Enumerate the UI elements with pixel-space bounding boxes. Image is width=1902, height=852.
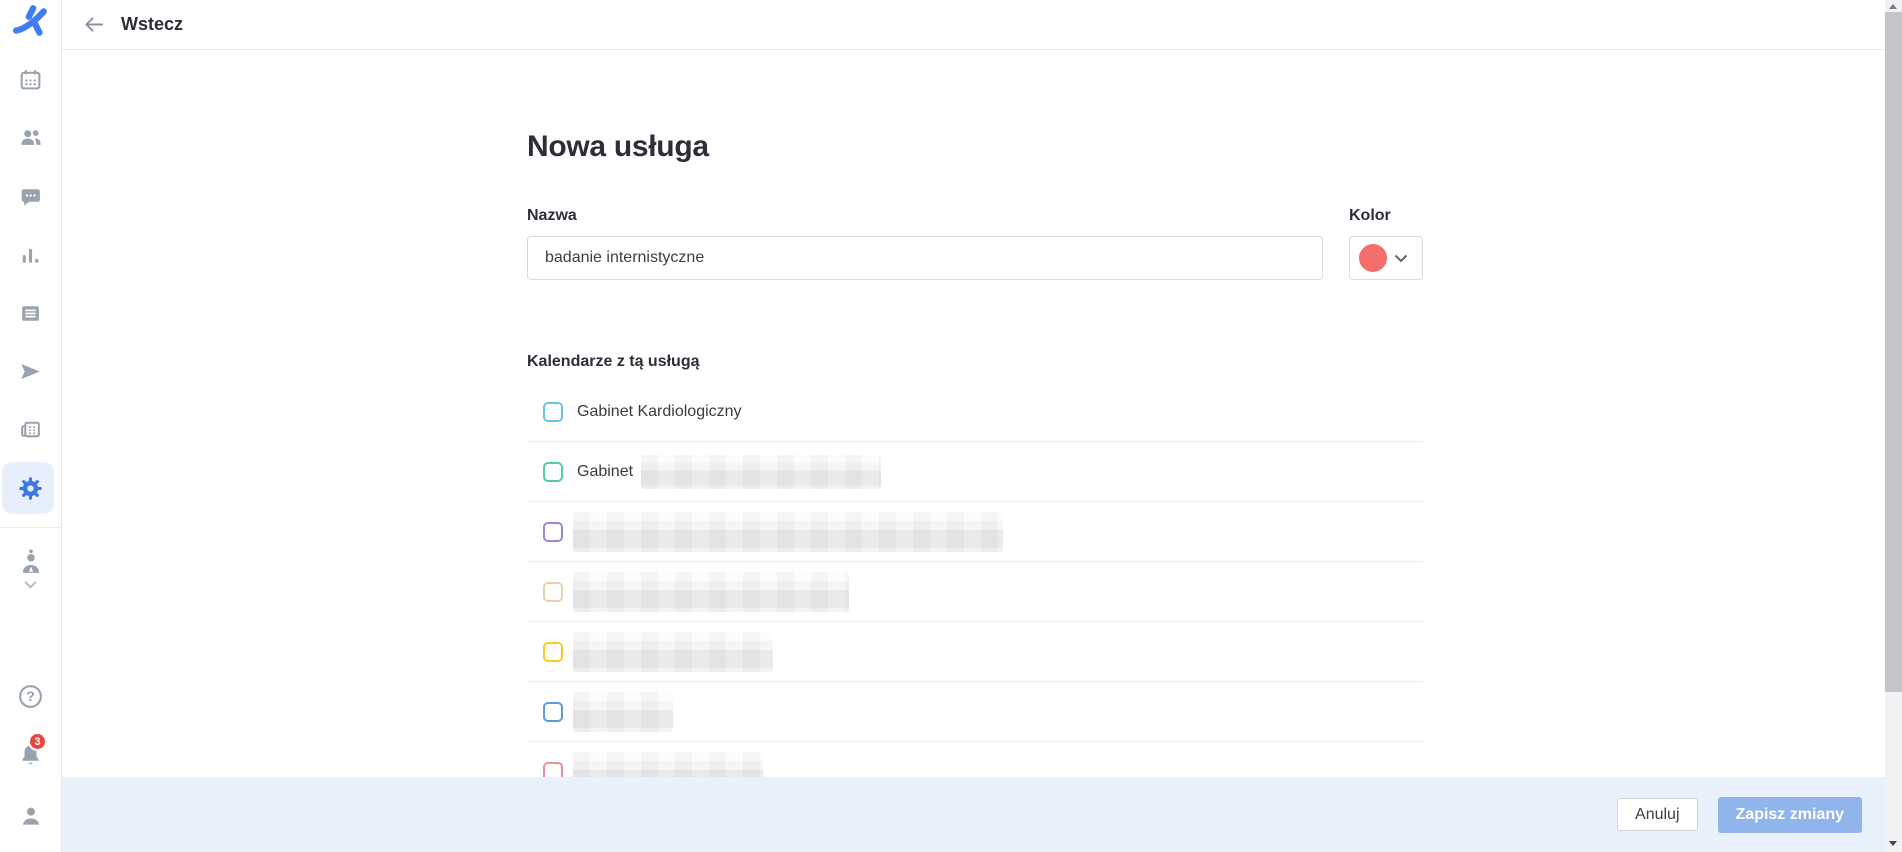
notification-badge: 3	[28, 732, 47, 751]
chat-icon	[21, 188, 40, 206]
sidebar-item-profile[interactable]	[0, 802, 61, 830]
calendar-checkbox[interactable]	[543, 581, 563, 602]
calendar-row	[527, 562, 1423, 622]
calendar-row	[527, 622, 1423, 682]
topbar: Wstecz	[62, 0, 1885, 50]
color-label: Kolor	[1349, 207, 1391, 224]
profile-icon	[22, 807, 39, 825]
send-icon	[21, 363, 40, 379]
back-label[interactable]: Wstecz	[121, 14, 183, 35]
service-name-input[interactable]	[527, 236, 1323, 280]
calendar-row: Gabinet Kardiologiczny	[527, 382, 1423, 442]
sidebar-item-doctor[interactable]	[0, 546, 61, 576]
settings-gear-icon	[19, 476, 42, 500]
redacted-text-blur	[573, 571, 849, 612]
sidebar-item-stats[interactable]	[0, 242, 61, 268]
scrollbar-up-arrow-icon[interactable]	[1889, 4, 1897, 9]
chevron-down-icon	[1394, 254, 1408, 263]
doctor-chevron-down-icon[interactable]	[0, 578, 61, 590]
doctor-icon	[22, 549, 39, 573]
calendar-row	[527, 682, 1423, 742]
calendar-checkbox[interactable]	[543, 461, 563, 482]
back-arrow-icon	[85, 17, 104, 32]
help-icon: ?	[19, 684, 42, 708]
redacted-text-blur	[641, 454, 882, 489]
svg-text:?: ?	[26, 688, 35, 704]
sidebar-item-chat[interactable]	[0, 183, 61, 209]
calendar-row-label: Gabinet Kardiologiczny	[577, 402, 742, 420]
calendar-icon	[20, 69, 41, 89]
calendar-checkbox[interactable]	[543, 521, 563, 542]
vertical-scrollbar[interactable]	[1885, 0, 1902, 852]
sidebar-item-notifications[interactable]: 3	[0, 732, 61, 770]
redacted-text-blur	[573, 691, 673, 732]
calendar-row: Gabinet	[527, 442, 1423, 502]
name-label: Nazwa	[527, 207, 577, 224]
scrollbar-thumb[interactable]	[1885, 12, 1902, 692]
calendar-row-label: Gabinet	[577, 462, 634, 480]
sidebar-item-terminal[interactable]	[0, 416, 61, 442]
scrollbar-down-arrow-icon[interactable]	[1889, 841, 1897, 846]
sidebar: ? 3	[0, 0, 62, 852]
color-select[interactable]	[1349, 236, 1423, 280]
terminal-icon	[21, 421, 40, 437]
sidebar-item-help[interactable]: ?	[0, 682, 61, 710]
calendars-label: Kalendarze z tą usługą	[527, 353, 700, 370]
footer-bar: Anuluj Zapisz zmiany	[62, 777, 1885, 852]
save-button[interactable]: Zapisz zmiany	[1717, 796, 1862, 833]
redacted-text-blur	[573, 511, 1003, 552]
app-logo[interactable]	[0, 4, 61, 38]
sidebar-item-send[interactable]	[0, 358, 61, 384]
patients-icon	[20, 130, 41, 145]
sidebar-item-settings[interactable]	[0, 475, 61, 501]
services-list-icon	[22, 305, 39, 321]
redacted-text-blur	[573, 631, 773, 672]
sidebar-item-services[interactable]	[0, 300, 61, 326]
app-logo-icon	[12, 5, 47, 36]
cancel-button[interactable]: Anuluj	[1617, 798, 1698, 831]
page-title: Nowa usługa	[527, 130, 709, 163]
sidebar-divider	[0, 527, 61, 528]
stats-icon	[22, 248, 39, 263]
selected-color-swatch	[1359, 244, 1387, 272]
main-content: Nowa usługa Nazwa Kolor Kalendarze z tą …	[62, 50, 1885, 802]
calendar-checkbox[interactable]	[543, 401, 563, 422]
back-button[interactable]	[82, 13, 105, 36]
calendar-row	[527, 502, 1423, 562]
calendar-checkbox[interactable]	[543, 641, 563, 662]
calendar-list: Gabinet Kardiologiczny Gabinet	[527, 382, 1423, 802]
sidebar-item-calendar[interactable]	[0, 66, 61, 92]
sidebar-item-patients[interactable]	[0, 124, 61, 150]
calendar-checkbox[interactable]	[543, 701, 563, 722]
